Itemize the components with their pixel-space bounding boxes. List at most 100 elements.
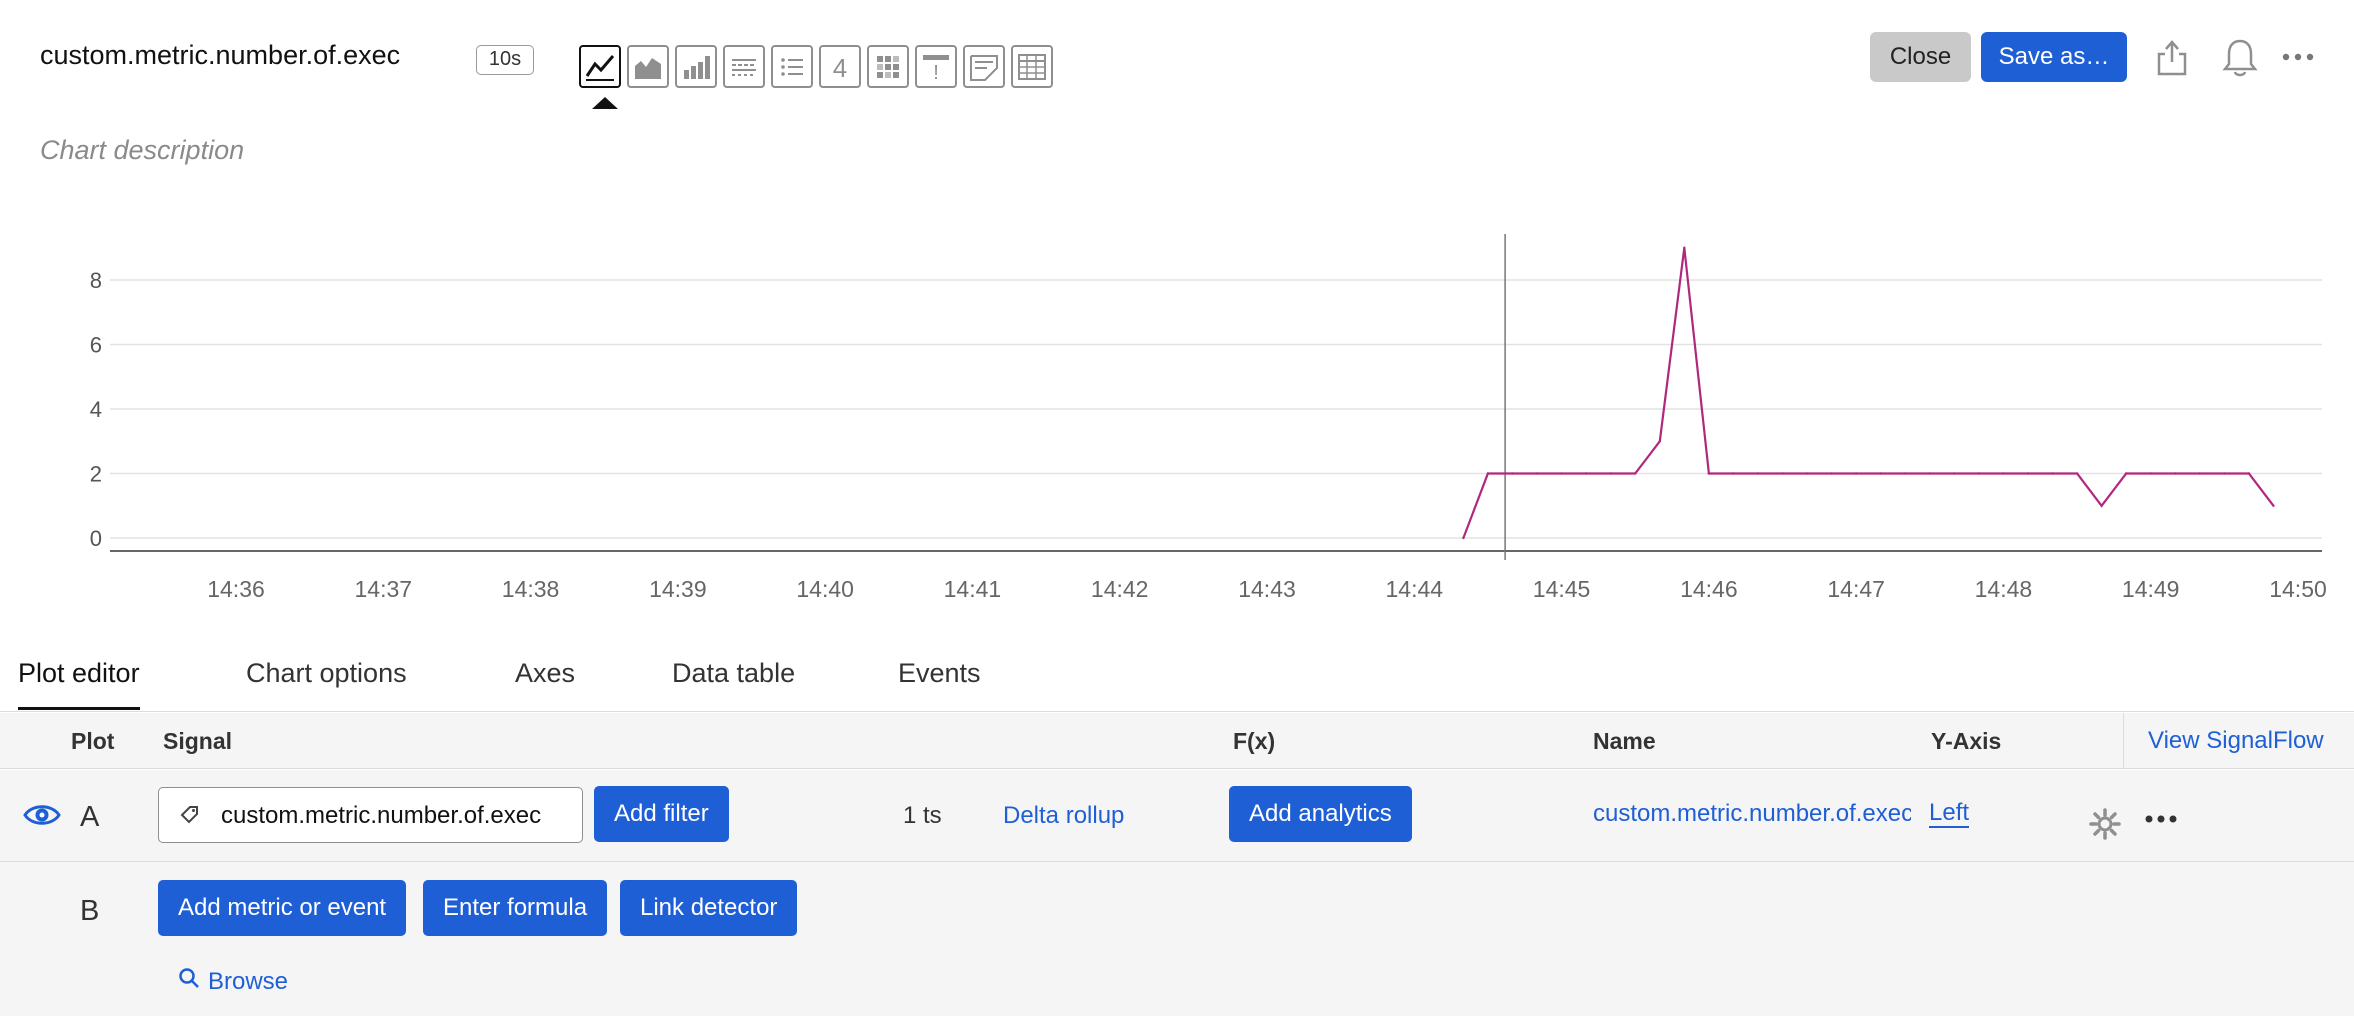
x-tick-label: 14:42 (1091, 576, 1149, 602)
data-point (1854, 472, 1858, 475)
list-icon[interactable] (771, 45, 813, 88)
data-point (1879, 472, 1882, 475)
x-tick-label: 14:38 (502, 576, 560, 602)
browse-link[interactable]: Browse (178, 967, 288, 996)
chart-description[interactable]: Chart description (40, 135, 244, 166)
single-value-icon[interactable]: 4 (819, 45, 861, 88)
data-point (1535, 472, 1539, 475)
event-feed-icon[interactable]: ! (915, 45, 957, 88)
tab-plot-editor[interactable]: Plot editor (18, 658, 140, 710)
close-button[interactable]: Close (1870, 32, 1971, 82)
data-point (1584, 472, 1588, 475)
data-point (1732, 472, 1735, 475)
x-tick-label: 14:36 (207, 576, 265, 602)
data-point (2075, 472, 2079, 475)
plot-name-link[interactable]: custom.metric.number.of.exec (1593, 800, 1911, 828)
x-tick-label: 14:48 (1975, 576, 2033, 602)
signal-value: custom.metric.number.of.exec (221, 802, 542, 829)
col-fx: F(x) (1233, 728, 1276, 754)
yaxis-left-link[interactable]: Left (1929, 800, 1970, 828)
y-tick-label: 2 (90, 462, 102, 487)
signal-input[interactable]: custom.metric.number.of.exec (158, 787, 583, 843)
x-tick-label: 14:46 (1680, 576, 1738, 602)
area-chart-icon[interactable] (627, 45, 669, 88)
ts-count: 1 ts (903, 802, 942, 829)
data-point (2247, 472, 2251, 475)
add-analytics-button[interactable]: Add analytics (1229, 786, 1412, 842)
data-point (2100, 504, 2103, 507)
data-point (2051, 472, 2054, 475)
y-tick-label: 6 (90, 333, 102, 358)
col-name: Name (1593, 728, 1656, 754)
x-tick-label: 14:43 (1238, 576, 1296, 602)
line-chart-icon[interactable] (579, 45, 621, 88)
search-icon (178, 967, 200, 996)
plot-letter-a: A (80, 801, 100, 833)
tab-chart-options[interactable]: Chart options (246, 658, 407, 707)
col-plot: Plot (71, 728, 115, 754)
add-filter-button[interactable]: Add filter (594, 786, 729, 842)
plot-table-header: Plot Signal F(x) Name Y-Axis View Signal… (0, 713, 2354, 769)
y-tick-label: 8 (90, 268, 102, 293)
data-point (1928, 472, 1931, 475)
data-point (1805, 472, 1809, 475)
x-tick-label: 14:37 (355, 576, 413, 602)
x-tick-label: 14:50 (2269, 576, 2327, 602)
data-point (2223, 472, 2226, 475)
data-point (1953, 472, 1956, 475)
plot-letter-b: B (80, 895, 100, 927)
x-tick-label: 14:45 (1533, 576, 1591, 602)
share-icon[interactable] (2150, 32, 2194, 82)
x-tick-label: 14:40 (796, 576, 854, 602)
link-detector-button[interactable]: Link detector (620, 880, 798, 936)
chart-title[interactable]: custom.metric.number.of.exec (40, 40, 400, 71)
data-point (1904, 472, 1907, 475)
row-more-options-icon[interactable] (2143, 812, 2179, 830)
column-chart-icon[interactable] (675, 45, 717, 88)
data-point (2124, 472, 2128, 475)
y-tick-label: 0 (90, 526, 102, 551)
save-as-button[interactable]: Save as… (1981, 32, 2127, 82)
heatmap-icon[interactable] (867, 45, 909, 88)
text-note-icon[interactable] (963, 45, 1005, 88)
tab-axes[interactable]: Axes (515, 658, 575, 707)
data-point (2002, 472, 2005, 475)
active-viz-caret (592, 97, 618, 109)
histogram-icon[interactable] (723, 45, 765, 88)
rollup-link[interactable]: Delta rollup (1003, 802, 1124, 830)
data-point (2026, 472, 2030, 475)
data-point (1511, 472, 1514, 475)
data-point (1830, 472, 1833, 475)
view-signalflow-link[interactable]: View SignalFlow (2123, 713, 2354, 769)
editor-tabs: Plot editor Chart options Axes Data tabl… (0, 640, 2354, 712)
more-options-icon[interactable] (2276, 32, 2320, 82)
data-point (1634, 472, 1637, 475)
x-tick-label: 14:47 (1827, 576, 1885, 602)
tab-data-table[interactable]: Data table (672, 658, 795, 707)
gear-icon[interactable] (2088, 807, 2122, 846)
data-point (2272, 504, 2275, 507)
add-metric-button[interactable]: Add metric or event (158, 880, 407, 936)
visualization-type-bar: 4 ! (579, 45, 1053, 88)
x-tick-label: 14:41 (944, 576, 1002, 602)
data-point (1683, 246, 1686, 249)
data-point (1560, 472, 1563, 475)
resolution-badge: 10s (476, 45, 534, 75)
plot-row-a: A custom.metric.number.of.exec Add filte… (0, 770, 2354, 862)
data-point (1462, 536, 1465, 540)
line-chart[interactable]: 0 2 4 6 8 14:36 14:37 14:38 14:39 14:40 14:41 14:42… (0, 200, 2354, 620)
eye-icon[interactable] (22, 800, 62, 835)
bell-icon[interactable] (2218, 32, 2262, 82)
single-value-glyph: 4 (833, 53, 847, 83)
data-point (1609, 472, 1612, 475)
y-tick-label: 4 (90, 397, 102, 422)
tag-icon (179, 803, 201, 830)
tab-events[interactable]: Events (898, 658, 981, 707)
data-point (2174, 472, 2177, 475)
data-point (1977, 472, 1981, 475)
table-icon[interactable] (1011, 45, 1053, 88)
data-point (1756, 472, 1760, 475)
enter-formula-button[interactable]: Enter formula (423, 880, 608, 936)
browse-label: Browse (208, 967, 289, 995)
plot-row-b: B Add metric or event Enter formula Link… (0, 862, 2354, 1016)
